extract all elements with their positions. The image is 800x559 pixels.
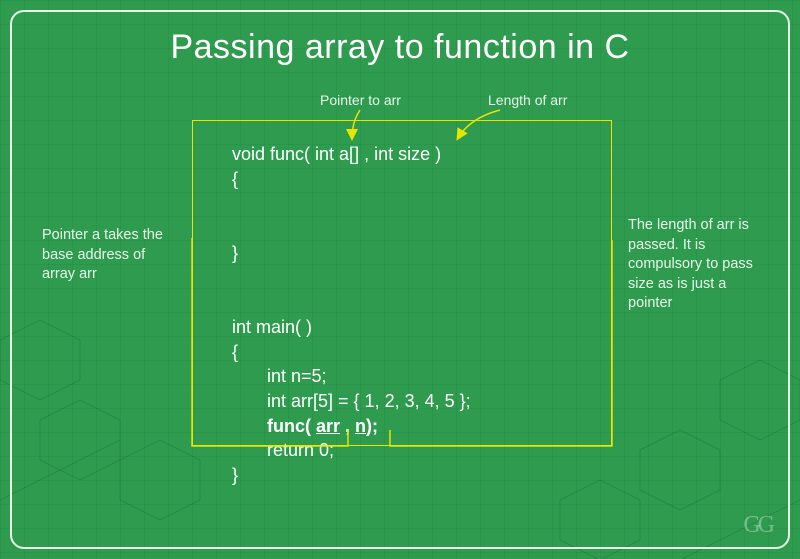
- code-line-6: int n=5;: [232, 366, 471, 387]
- annotation-length-of-arr: Length of arr: [488, 92, 567, 108]
- code-line-2: {: [232, 169, 471, 190]
- code-blank: [232, 267, 471, 288]
- code-line-1: void func( int a[] , int size ): [232, 144, 471, 165]
- code-blank: [232, 193, 471, 214]
- code-line-3: }: [232, 243, 471, 264]
- code-line-5: {: [232, 342, 471, 363]
- annotation-right-note: The length of arr is passed. It is compu…: [628, 216, 768, 314]
- code-blank: [232, 218, 471, 239]
- code-blank: [232, 292, 471, 313]
- code-line-4: int main( ): [232, 317, 471, 338]
- annotation-left-note: Pointer a takes the base address of arra…: [42, 226, 182, 285]
- code-line-7: int arr[5] = { 1, 2, 3, 4, 5 };: [232, 391, 471, 412]
- code-token-arr: arr: [316, 416, 340, 436]
- code-line-8: func( arr , n);: [232, 416, 471, 437]
- code-token-n: n: [355, 416, 366, 436]
- annotation-pointer-to-arr: Pointer to arr: [320, 92, 401, 108]
- code-snippet: void func( int a[] , int size ) { } int …: [232, 140, 471, 490]
- watermark-logo: GG: [743, 512, 772, 539]
- code-line-10: }: [232, 465, 471, 486]
- code-line-9: return 0;: [232, 440, 471, 461]
- diagram-title: Passing array to function in C: [0, 28, 800, 67]
